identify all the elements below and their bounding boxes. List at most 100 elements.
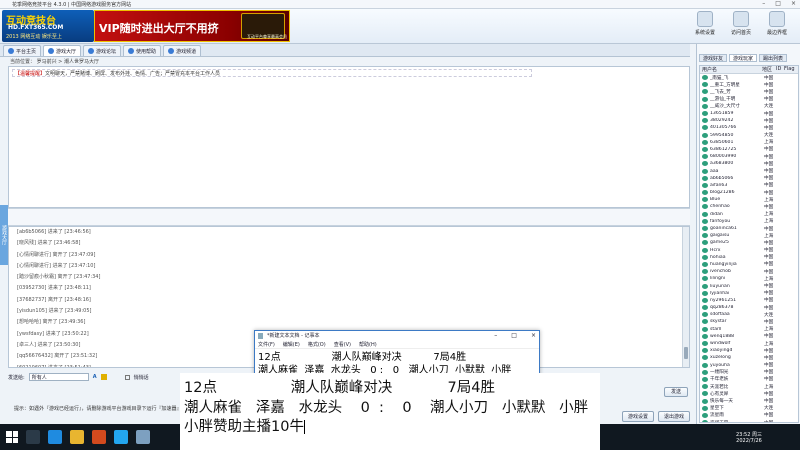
minimize-icon[interactable]: – <box>494 332 497 339</box>
taskbar-clock[interactable]: 23:52 周三 2022/7/26 <box>736 432 762 444</box>
font-icon[interactable]: A <box>93 374 97 380</box>
tab-home[interactable]: 平台主页 <box>3 45 42 56</box>
user-row[interactable]: yuyouha 中国 <box>700 362 798 369</box>
tab-players[interactable]: 游戏玩家 <box>729 54 758 62</box>
col-area[interactable]: 地区 <box>760 66 774 73</box>
user-row[interactable]: Hcrx 中国 <box>700 247 798 254</box>
user-row[interactable]: 千年老妖 中国 <box>700 376 798 383</box>
color-icon[interactable] <box>100 374 107 380</box>
user-avatar-icon <box>702 103 708 109</box>
user-row[interactable]: skystar 中国 <box>700 318 798 325</box>
send-target-select[interactable]: 所有人 <box>28 373 89 381</box>
menu-format[interactable]: 格式(O) <box>308 341 326 348</box>
user-row[interactable]: aifan63 中国 <box>700 182 798 189</box>
col-id[interactable]: ID <box>774 66 782 73</box>
notepad-icon[interactable] <box>136 430 150 444</box>
user-row[interactable]: Blue 上海 <box>700 196 798 203</box>
user-row[interactable]: lyjianhai 中国 <box>700 290 798 297</box>
tab-kicked[interactable]: 踢出列表 <box>759 54 788 62</box>
user-row[interactable]: goaninca61 中国 <box>700 225 798 232</box>
user-row[interactable]: 流星雨 中国 <box>700 412 798 419</box>
user-row[interactable]: qq286378 中国 <box>700 304 798 311</box>
minimize-icon[interactable]: – <box>762 0 765 7</box>
user-row[interactable]: __游仙_干明 中国 <box>700 96 798 103</box>
log-scrollbar[interactable] <box>682 227 689 367</box>
user-row[interactable]: 638612725 中国 <box>700 146 798 153</box>
system-settings-button[interactable]: 系统设置 <box>690 11 720 36</box>
menu-file[interactable]: 文件(F) <box>258 341 275 348</box>
search-icon[interactable] <box>26 430 40 444</box>
layout-button[interactable]: 最边界框 <box>762 11 792 36</box>
user-row[interactable]: 天涯若比 上海 <box>700 383 798 390</box>
game-icon[interactable] <box>92 430 106 444</box>
close-icon[interactable]: × <box>531 332 536 339</box>
qq-icon[interactable] <box>114 430 128 444</box>
browser-icon[interactable] <box>48 430 62 444</box>
layout-icon <box>769 11 785 27</box>
user-row[interactable]: 59954850 大连 <box>700 132 798 139</box>
visit-homepage-button[interactable]: 访问首页 <box>726 11 756 36</box>
user-row[interactable]: windwolf 上海 <box>700 340 798 347</box>
side-panel-toggle[interactable]: 游戏大厅 <box>0 205 8 265</box>
user-row[interactable]: liuyunan 中国 <box>700 282 798 289</box>
user-row[interactable]: ab6b5066 中国 <box>700 175 798 182</box>
user-row[interactable]: __飞去_芳 中国 <box>700 88 798 95</box>
tab-help[interactable]: 使用帮助 <box>123 45 162 56</box>
user-row[interactable]: huangyinjia 中国 <box>700 261 798 268</box>
user-row[interactable]: didan 上海 <box>700 211 798 218</box>
splitter[interactable] <box>8 208 690 226</box>
menu-help[interactable]: 帮助(H) <box>359 341 377 348</box>
user-row[interactable]: hohiaa 中国 <box>700 254 798 261</box>
game-settings-button[interactable]: 游戏设置 <box>622 411 654 422</box>
user-row[interactable]: wenq1888 中国 <box>700 333 798 340</box>
user-row[interactable]: _南猫_飞 中国 <box>700 74 798 81</box>
user-row[interactable]: 一缕阳光 中国 <box>700 369 798 376</box>
tab-friends[interactable]: 游戏好友 <box>699 54 728 62</box>
user-row[interactable]: fanfoyou 上海 <box>700 218 798 225</box>
user-row[interactable]: starll 上海 <box>700 326 798 333</box>
user-row[interactable]: aaa 中国 <box>700 167 798 174</box>
col-flag[interactable]: Flag <box>782 66 795 73</box>
user-row[interactable]: 海阔天空 中国 <box>700 419 798 422</box>
maximize-icon[interactable]: □ <box>775 0 781 7</box>
user-row[interactable]: xiaoyingd 中国 <box>700 347 798 354</box>
user-row[interactable]: ivenchob 中国 <box>700 268 798 275</box>
user-avatar-icon <box>702 75 708 81</box>
user-row[interactable]: __重工_方明星 中国 <box>700 81 798 88</box>
user-row[interactable]: lilingni 上海 <box>700 275 798 282</box>
folder-icon[interactable] <box>70 430 84 444</box>
tab-game-hall[interactable]: 游戏大厅 <box>43 45 82 56</box>
user-row[interactable]: 401305766 中国 <box>700 124 798 131</box>
menu-view[interactable]: 查看(V) <box>334 341 351 348</box>
user-row[interactable]: 快乐每一天 中国 <box>700 397 798 404</box>
user-row[interactable]: 心有灵犀 中国 <box>700 390 798 397</box>
private-checkbox[interactable] <box>124 374 130 380</box>
vip-banner[interactable]: VIP随时进出大厅不用挤 互动平台尊享最高会员 <box>94 10 290 42</box>
notepad-titlebar[interactable]: *新建文本文档 - 记事本 – □ × <box>255 331 539 340</box>
send-button[interactable]: 发送 <box>664 387 688 397</box>
user-row[interactable]: 星空下 大连 <box>700 405 798 412</box>
user-row[interactable]: 13651859 中国 <box>700 110 798 117</box>
tab-channel[interactable]: 游戏频道 <box>163 45 202 56</box>
user-row[interactable]: ny2961251 中国 <box>700 297 798 304</box>
user-row[interactable]: 63850601 上海 <box>700 139 798 146</box>
user-row[interactable]: game25 中国 <box>700 239 798 246</box>
col-username[interactable]: 用户名 <box>700 66 748 73</box>
scroll-thumb[interactable] <box>684 347 688 359</box>
user-row[interactable]: gaigaisu 上海 <box>700 232 798 239</box>
user-row[interactable]: sdoffaaa 大连 <box>700 311 798 318</box>
user-row[interactable]: blog21286 中国 <box>700 189 798 196</box>
exit-game-button[interactable]: 退出游戏 <box>658 411 690 422</box>
user-avatar-icon <box>702 254 708 260</box>
menu-edit[interactable]: 编辑(E) <box>283 341 300 348</box>
tab-forum[interactable]: 游戏论坛 <box>83 45 122 56</box>
user-row[interactable]: 680003990 中国 <box>700 153 798 160</box>
maximize-icon[interactable]: □ <box>511 332 517 339</box>
close-icon[interactable]: × <box>791 0 796 7</box>
user-row[interactable]: xuzelong 中国 <box>700 354 798 361</box>
user-row[interactable]: a3683800 中国 <box>700 160 798 167</box>
user-row[interactable]: 38029242 中国 <box>700 117 798 124</box>
user-row[interactable]: __威沙_大尺寸 大连 <box>700 103 798 110</box>
start-icon[interactable] <box>6 431 18 443</box>
user-row[interactable]: chenhao 中国 <box>700 203 798 210</box>
